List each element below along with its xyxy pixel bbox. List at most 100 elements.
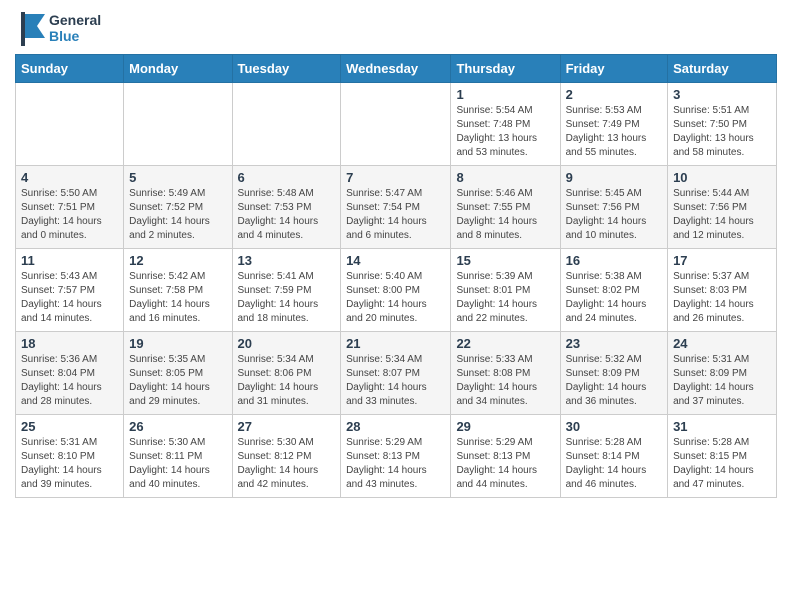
day-number: 2	[566, 87, 662, 102]
day-number: 1	[456, 87, 554, 102]
calendar-week-row: 1 Sunrise: 5:54 AM Sunset: 7:48 PM Daylig…	[16, 83, 777, 166]
day-number: 7	[346, 170, 445, 185]
day-info: Sunrise: 5:40 AM Sunset: 8:00 PM Dayligh…	[346, 270, 445, 326]
calendar-table: SundayMondayTuesdayWednesdayThursdayFrid…	[15, 54, 777, 498]
calendar-day-cell	[124, 83, 232, 166]
day-number: 23	[566, 336, 662, 351]
logo-flag-icon	[15, 10, 47, 46]
calendar-day-cell: 12 Sunrise: 5:42 AM Sunset: 7:58 PM Dayli…	[124, 249, 232, 332]
calendar-day-cell	[341, 83, 451, 166]
calendar-day-cell	[232, 83, 341, 166]
day-of-week-header: Tuesday	[232, 55, 341, 83]
day-number: 6	[238, 170, 336, 185]
calendar-day-cell: 13 Sunrise: 5:41 AM Sunset: 7:59 PM Dayli…	[232, 249, 341, 332]
day-number: 11	[21, 253, 118, 268]
day-info: Sunrise: 5:50 AM Sunset: 7:51 PM Dayligh…	[21, 187, 118, 243]
calendar-day-cell: 18 Sunrise: 5:36 AM Sunset: 8:04 PM Dayli…	[16, 332, 124, 415]
day-number: 3	[673, 87, 771, 102]
calendar-day-cell: 6 Sunrise: 5:48 AM Sunset: 7:53 PM Daylig…	[232, 166, 341, 249]
calendar-day-cell: 10 Sunrise: 5:44 AM Sunset: 7:56 PM Dayli…	[668, 166, 777, 249]
day-info: Sunrise: 5:28 AM Sunset: 8:15 PM Dayligh…	[673, 436, 771, 492]
calendar-day-cell: 3 Sunrise: 5:51 AM Sunset: 7:50 PM Daylig…	[668, 83, 777, 166]
day-number: 16	[566, 253, 662, 268]
day-number: 15	[456, 253, 554, 268]
day-number: 12	[129, 253, 226, 268]
calendar-day-cell: 23 Sunrise: 5:32 AM Sunset: 8:09 PM Dayli…	[560, 332, 667, 415]
day-number: 17	[673, 253, 771, 268]
day-info: Sunrise: 5:54 AM Sunset: 7:48 PM Dayligh…	[456, 104, 554, 160]
calendar-day-cell: 29 Sunrise: 5:29 AM Sunset: 8:13 PM Dayli…	[451, 415, 560, 498]
day-number: 18	[21, 336, 118, 351]
day-info: Sunrise: 5:37 AM Sunset: 8:03 PM Dayligh…	[673, 270, 771, 326]
calendar-day-cell: 8 Sunrise: 5:46 AM Sunset: 7:55 PM Daylig…	[451, 166, 560, 249]
day-info: Sunrise: 5:43 AM Sunset: 7:57 PM Dayligh…	[21, 270, 118, 326]
day-info: Sunrise: 5:38 AM Sunset: 8:02 PM Dayligh…	[566, 270, 662, 326]
day-number: 8	[456, 170, 554, 185]
day-info: Sunrise: 5:39 AM Sunset: 8:01 PM Dayligh…	[456, 270, 554, 326]
day-of-week-header: Saturday	[668, 55, 777, 83]
logo-text-block: General Blue	[49, 12, 101, 44]
day-info: Sunrise: 5:42 AM Sunset: 7:58 PM Dayligh…	[129, 270, 226, 326]
day-info: Sunrise: 5:48 AM Sunset: 7:53 PM Dayligh…	[238, 187, 336, 243]
logo-general: General	[49, 12, 101, 28]
day-number: 26	[129, 419, 226, 434]
day-info: Sunrise: 5:33 AM Sunset: 8:08 PM Dayligh…	[456, 353, 554, 409]
calendar-day-cell: 15 Sunrise: 5:39 AM Sunset: 8:01 PM Dayli…	[451, 249, 560, 332]
day-info: Sunrise: 5:29 AM Sunset: 8:13 PM Dayligh…	[456, 436, 554, 492]
day-number: 30	[566, 419, 662, 434]
calendar-week-row: 11 Sunrise: 5:43 AM Sunset: 7:57 PM Dayli…	[16, 249, 777, 332]
day-info: Sunrise: 5:36 AM Sunset: 8:04 PM Dayligh…	[21, 353, 118, 409]
calendar-week-row: 25 Sunrise: 5:31 AM Sunset: 8:10 PM Dayli…	[16, 415, 777, 498]
day-of-week-header: Friday	[560, 55, 667, 83]
day-info: Sunrise: 5:45 AM Sunset: 7:56 PM Dayligh…	[566, 187, 662, 243]
calendar-day-cell: 24Sunrise: 5:31 AM Sunset: 8:09 PM Dayli…	[668, 332, 777, 415]
day-number: 14	[346, 253, 445, 268]
day-info: Sunrise: 5:31 AM Sunset: 8:10 PM Dayligh…	[21, 436, 118, 492]
logo-container: General Blue	[15, 10, 101, 46]
calendar-day-cell: 31 Sunrise: 5:28 AM Sunset: 8:15 PM Dayli…	[668, 415, 777, 498]
calendar-day-cell: 21 Sunrise: 5:34 AM Sunset: 8:07 PM Dayli…	[341, 332, 451, 415]
day-of-week-header: Thursday	[451, 55, 560, 83]
calendar-day-cell: 4Sunrise: 5:50 AM Sunset: 7:51 PM Daylig…	[16, 166, 124, 249]
logo-blue: Blue	[49, 28, 101, 44]
day-info: Sunrise: 5:34 AM Sunset: 8:07 PM Dayligh…	[346, 353, 445, 409]
day-number: 25	[21, 419, 118, 434]
day-number: 20	[238, 336, 336, 351]
day-of-week-header: Monday	[124, 55, 232, 83]
day-of-week-header: Sunday	[16, 55, 124, 83]
header: General Blue	[15, 10, 777, 46]
day-number: 5	[129, 170, 226, 185]
calendar-week-row: 4Sunrise: 5:50 AM Sunset: 7:51 PM Daylig…	[16, 166, 777, 249]
calendar-day-cell: 25 Sunrise: 5:31 AM Sunset: 8:10 PM Dayli…	[16, 415, 124, 498]
day-number: 10	[673, 170, 771, 185]
day-number: 13	[238, 253, 336, 268]
page: General Blue SundayMondayTuesdayWednesda…	[0, 0, 792, 513]
day-number: 19	[129, 336, 226, 351]
calendar-day-cell: 28 Sunrise: 5:29 AM Sunset: 8:13 PM Dayli…	[341, 415, 451, 498]
day-info: Sunrise: 5:28 AM Sunset: 8:14 PM Dayligh…	[566, 436, 662, 492]
calendar-week-row: 18 Sunrise: 5:36 AM Sunset: 8:04 PM Dayli…	[16, 332, 777, 415]
day-info: Sunrise: 5:46 AM Sunset: 7:55 PM Dayligh…	[456, 187, 554, 243]
calendar-day-cell: 30 Sunrise: 5:28 AM Sunset: 8:14 PM Dayli…	[560, 415, 667, 498]
calendar-day-cell: 16 Sunrise: 5:38 AM Sunset: 8:02 PM Dayli…	[560, 249, 667, 332]
day-info: Sunrise: 5:41 AM Sunset: 7:59 PM Dayligh…	[238, 270, 336, 326]
calendar-header-row: SundayMondayTuesdayWednesdayThursdayFrid…	[16, 55, 777, 83]
calendar-day-cell	[16, 83, 124, 166]
calendar-day-cell: 26Sunrise: 5:30 AM Sunset: 8:11 PM Dayli…	[124, 415, 232, 498]
calendar-day-cell: 27Sunrise: 5:30 AM Sunset: 8:12 PM Dayli…	[232, 415, 341, 498]
day-of-week-header: Wednesday	[341, 55, 451, 83]
day-info: Sunrise: 5:44 AM Sunset: 7:56 PM Dayligh…	[673, 187, 771, 243]
day-info: Sunrise: 5:53 AM Sunset: 7:49 PM Dayligh…	[566, 104, 662, 160]
calendar-day-cell: 2 Sunrise: 5:53 AM Sunset: 7:49 PM Daylig…	[560, 83, 667, 166]
day-number: 31	[673, 419, 771, 434]
day-number: 21	[346, 336, 445, 351]
day-info: Sunrise: 5:35 AM Sunset: 8:05 PM Dayligh…	[129, 353, 226, 409]
calendar-day-cell: 22Sunrise: 5:33 AM Sunset: 8:08 PM Dayli…	[451, 332, 560, 415]
day-info: Sunrise: 5:32 AM Sunset: 8:09 PM Dayligh…	[566, 353, 662, 409]
day-info: Sunrise: 5:29 AM Sunset: 8:13 PM Dayligh…	[346, 436, 445, 492]
day-info: Sunrise: 5:51 AM Sunset: 7:50 PM Dayligh…	[673, 104, 771, 160]
day-number: 28	[346, 419, 445, 434]
day-info: Sunrise: 5:30 AM Sunset: 8:12 PM Dayligh…	[238, 436, 336, 492]
day-number: 29	[456, 419, 554, 434]
logo: General Blue	[15, 10, 101, 46]
